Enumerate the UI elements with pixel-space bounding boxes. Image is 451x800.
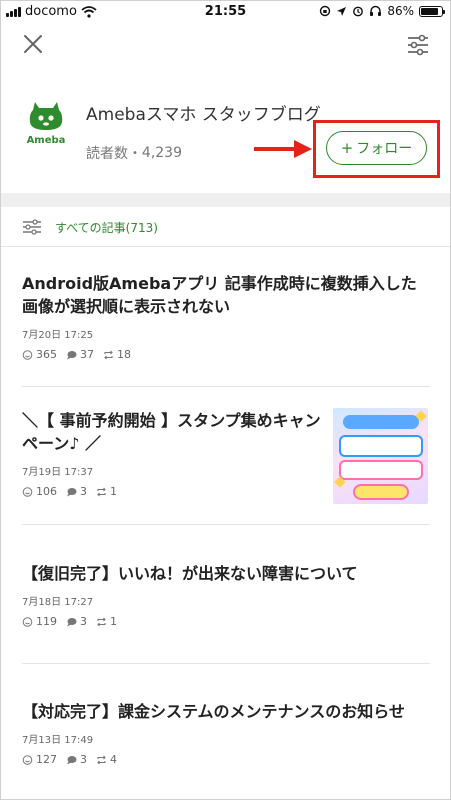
- sliders-menu-icon[interactable]: [407, 34, 429, 56]
- reblogs-count: 18: [117, 348, 131, 361]
- comments-stat: 3: [66, 485, 87, 498]
- reblogs-count: 1: [110, 615, 117, 628]
- comments-count: 37: [80, 348, 94, 361]
- comment-bubble-icon: [67, 755, 77, 764]
- likes-stat: 119: [22, 615, 57, 628]
- rotation-lock-icon: [320, 5, 331, 17]
- status-right: 86%: [319, 4, 445, 18]
- plus-icon: +: [340, 139, 354, 157]
- separator-dot: •: [132, 147, 138, 159]
- reblogs-count: 1: [110, 485, 117, 498]
- reblogs-stat: 18: [103, 348, 131, 361]
- reblog-icon: [97, 487, 106, 496]
- readers-count: 4,239: [141, 145, 182, 161]
- reblogs-count: 4: [110, 753, 117, 766]
- filter-sliders-icon[interactable]: [23, 219, 41, 235]
- readers-label: 読者数: [86, 146, 128, 162]
- article-stats: 119 3 1: [22, 615, 430, 628]
- battery-percent: 86%: [387, 4, 414, 18]
- likes-count: 119: [36, 615, 57, 628]
- article-stats: 127 3 4: [22, 753, 430, 766]
- reblogs-stat: 1: [96, 615, 117, 628]
- battery-icon: [419, 5, 445, 17]
- likes-count: 127: [36, 753, 57, 766]
- article-date: 7月20日 17:25: [22, 330, 94, 341]
- alarm-icon: [353, 6, 364, 17]
- battery-level: [421, 7, 439, 15]
- article-date: 7月13日 17:49: [22, 735, 94, 746]
- comment-bubble-icon: [67, 487, 77, 496]
- comment-bubble-icon: [67, 617, 77, 626]
- reblogs-stat: 1: [96, 485, 117, 498]
- reblog-icon: [97, 617, 106, 626]
- comments-stat: 3: [66, 615, 87, 628]
- article-date: 7月19日 17:37: [22, 467, 94, 478]
- annotation-arrow-icon: [254, 140, 312, 158]
- svg-text:Ameba: Ameba: [27, 135, 66, 146]
- smile-icon: [22, 486, 33, 497]
- article-item[interactable]: ＼【 事前予約開始 】スタンプ集めキャンペーン♪ ／ 7月19日 17:37 1…: [22, 409, 322, 498]
- headphones-icon: [370, 5, 382, 16]
- article-divider: [22, 524, 430, 525]
- comment-bubble-icon: [67, 350, 77, 359]
- close-icon[interactable]: [22, 33, 44, 55]
- all-articles-link[interactable]: すべての記事(713): [55, 219, 158, 236]
- article-item[interactable]: Android版Amebaアプリ 記事作成時に複数挿入した画像が選択順に表示され…: [22, 272, 430, 361]
- article-filter[interactable]: すべての記事(713): [0, 207, 451, 247]
- follow-label: フォロー: [356, 141, 413, 157]
- smile-icon: [22, 754, 33, 765]
- section-divider: [0, 193, 451, 207]
- thumbnail-panel-bottom: [339, 460, 423, 480]
- likes-count: 106: [36, 485, 57, 498]
- reader-count: 読者数 • 4,239: [86, 143, 182, 163]
- article-item[interactable]: 【復旧完了】いいね！が出来ない障害について 7月18日 17:27 119 3 …: [22, 562, 430, 628]
- smile-icon: [22, 616, 33, 627]
- location-arrow-icon: [337, 6, 347, 16]
- article-divider: [22, 386, 430, 387]
- status-bar: docomo 21:55 86%: [0, 0, 451, 24]
- article-date: 7月18日 17:27: [22, 597, 94, 608]
- comments-stat: 37: [66, 348, 94, 361]
- comments-count: 3: [80, 485, 87, 498]
- article-title[interactable]: 【復旧完了】いいね！が出来ない障害について: [22, 562, 430, 585]
- article-title[interactable]: 【対応完了】課金システムのメンテナンスのお知らせ: [22, 700, 430, 723]
- comments-stat: 3: [66, 753, 87, 766]
- article-stats: 106 3 1: [22, 485, 322, 498]
- reblog-icon: [104, 350, 113, 359]
- thumbnail-panel-top: [339, 435, 423, 457]
- comments-count: 3: [80, 753, 87, 766]
- ameba-logo-icon[interactable]: Ameba: [25, 98, 67, 146]
- article-stats: 365 37 18: [22, 348, 430, 361]
- article-title[interactable]: Android版Amebaアプリ 記事作成時に複数挿入した画像が選択順に表示され…: [22, 272, 430, 318]
- blog-title[interactable]: Amebaスマホ スタッフブログ: [86, 100, 321, 125]
- smile-icon: [22, 349, 33, 360]
- article-thumbnail[interactable]: [333, 408, 428, 504]
- thumbnail-banner: [343, 415, 419, 429]
- likes-stat: 127: [22, 753, 57, 766]
- comments-count: 3: [80, 615, 87, 628]
- likes-stat: 365: [22, 348, 57, 361]
- article-item[interactable]: 【対応完了】課金システムのメンテナンスのお知らせ 7月13日 17:49 127…: [22, 700, 430, 766]
- article-title[interactable]: ＼【 事前予約開始 】スタンプ集めキャンペーン♪ ／: [22, 409, 322, 455]
- likes-stat: 106: [22, 485, 57, 498]
- article-divider: [22, 663, 430, 664]
- follow-button[interactable]: + フォロー: [326, 131, 427, 165]
- likes-count: 365: [36, 348, 57, 361]
- reblogs-stat: 4: [96, 753, 117, 766]
- reblog-icon: [97, 755, 106, 764]
- thumbnail-badge: [353, 484, 409, 500]
